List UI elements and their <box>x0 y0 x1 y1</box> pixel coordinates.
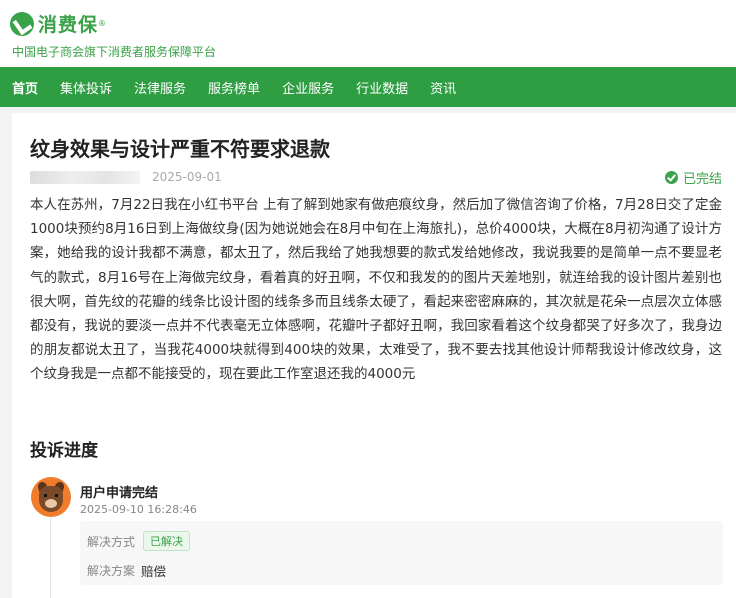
complaint-card: 纹身效果与设计严重不符要求退款 2025-09-01 已完结 本人在苏州，7月2… <box>12 113 736 598</box>
resolution-method-row: 解决方式 已解决 <box>87 531 191 551</box>
resolution-plan-value: 赔偿 <box>141 564 167 579</box>
logo-text: 消费保 <box>38 14 99 36</box>
registered-icon: ® <box>98 19 107 28</box>
nav-item-home[interactable]: 首页 <box>12 78 38 97</box>
logo-check-icon <box>10 11 34 36</box>
nav-item-enterprise[interactable]: 企业服务 <box>282 78 334 97</box>
blurred-username <box>30 170 140 184</box>
site-tagline: 中国电子商会旗下消费者服务保障平台 <box>12 45 217 59</box>
nav-item-legal[interactable]: 法律服务 <box>134 78 186 97</box>
event-title: 用户申请完结 <box>80 486 159 501</box>
status-badge: 已完结 <box>664 168 722 187</box>
status-text: 已完结 <box>682 172 722 187</box>
nav-item-group-complaint[interactable]: 集体投诉 <box>60 78 112 97</box>
progress-title: 投诉进度 <box>30 441 98 461</box>
complaint-body: 本人在苏州，7月22日我在小红书平台 上有了解到她家有做疤痕纹身，然后加了微信咨… <box>30 197 722 383</box>
nav-item-news[interactable]: 资讯 <box>430 78 456 97</box>
resolution-plan-label: 解决方案 <box>87 564 136 578</box>
event-detail: 解决方式 已解决 解决方案 赔偿 <box>80 521 723 585</box>
main-nav: 首页 集体投诉 法律服务 服务榜单 企业服务 行业数据 资讯 <box>0 67 736 107</box>
complaint-title: 纹身效果与设计严重不符要求退款 <box>30 137 330 161</box>
event-time: 2025-09-10 16:28:46 <box>80 503 197 516</box>
check-circle-icon <box>664 171 678 184</box>
site-logo[interactable]: 消费保 ® <box>10 10 106 37</box>
resolution-method-label: 解决方式 <box>87 534 136 549</box>
resolution-method-tag: 已解决 <box>143 531 191 551</box>
resolution-plan-row: 解决方案 赔偿 <box>87 561 166 580</box>
complaint-meta: 2025-09-01 <box>30 170 222 184</box>
timeline-line <box>50 518 51 598</box>
nav-item-industry-data[interactable]: 行业数据 <box>356 78 408 97</box>
site-header: 消费保 ® 中国电子商会旗下消费者服务保障平台 <box>0 0 736 67</box>
nav-item-rankings[interactable]: 服务榜单 <box>208 78 260 97</box>
complaint-date: 2025-09-01 <box>152 170 222 184</box>
avatar <box>31 477 71 517</box>
